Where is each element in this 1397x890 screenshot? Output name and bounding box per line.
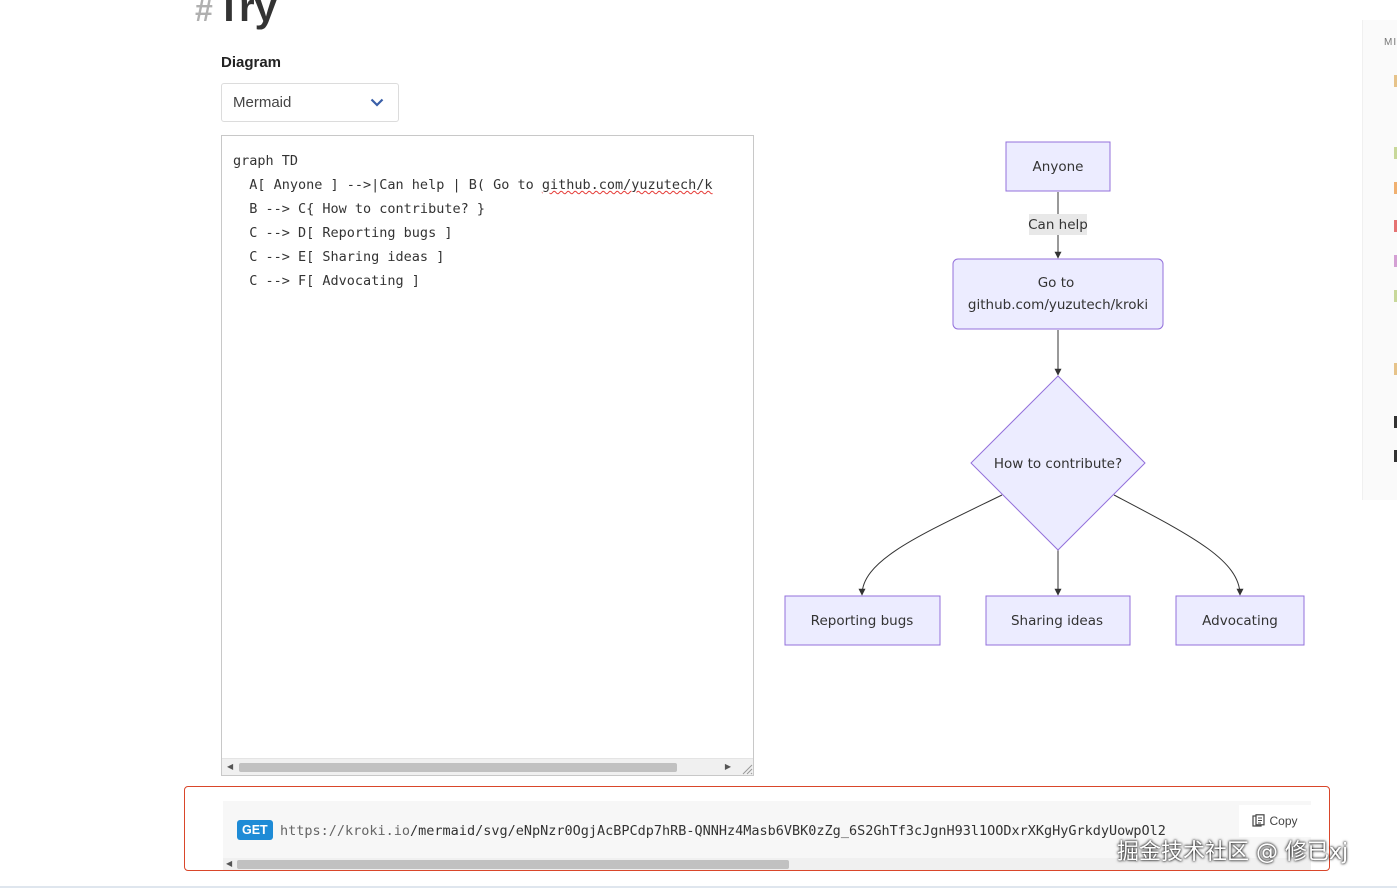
heading-anchor[interactable]: # <box>195 0 213 28</box>
url-host: https://kroki.io <box>280 823 411 839</box>
node-anyone-label: Anyone <box>1033 159 1084 175</box>
diagram-label: Diagram <box>221 54 282 71</box>
edge-c-f <box>1113 494 1244 596</box>
chevron-down-icon <box>370 98 384 107</box>
node-sharing-ideas-label: Sharing ideas <box>1011 613 1103 629</box>
editor-horizontal-scrollbar[interactable]: ◀ ▶ <box>222 758 753 775</box>
node-reporting-bugs-label: Reporting bugs <box>811 613 914 629</box>
copy-label: Copy <box>1269 814 1298 828</box>
watermark: 掘金技术社区 @ 修已xj <box>1117 840 1349 865</box>
node-advocating-label: Advocating <box>1202 613 1278 629</box>
editor-scroll-thumb[interactable] <box>239 763 677 772</box>
scroll-right-arrow-icon[interactable]: ▶ <box>725 762 731 772</box>
code-line-2: A[ Anyone ] -->|Can help | B( Go to <box>233 177 542 193</box>
code-line-4: C --> D[ Reporting bugs ] <box>233 225 453 241</box>
page-bottom-divider <box>0 886 1397 888</box>
code-content[interactable]: graph TD A[ Anyone ] -->|Can help | B( G… <box>233 149 713 293</box>
node-go-to-label-1: Go to <box>1038 275 1075 291</box>
node-go-to-label-2: github.com/yuzutech/kroki <box>968 297 1148 313</box>
code-line-2-link: github.com/yuzutech/k <box>541 177 713 193</box>
node-go-to <box>952 258 1164 330</box>
code-line-1: graph TD <box>233 153 299 169</box>
table-of-contents-sidebar: MI <box>1362 20 1397 500</box>
diagram-type-value: Mermaid <box>233 94 292 111</box>
clipboard-icon <box>1252 814 1266 827</box>
url-scroll-left-arrow-icon[interactable]: ◀ <box>226 859 232 868</box>
heading-title: Try <box>216 0 277 30</box>
scroll-left-arrow-icon[interactable]: ◀ <box>227 762 233 772</box>
resize-grip-icon[interactable] <box>739 761 753 775</box>
code-line-3: B --> C{ How to contribute? } <box>233 201 485 217</box>
code-editor[interactable]: graph TD A[ Anyone ] -->|Can help | B( G… <box>221 135 754 776</box>
kroki-url[interactable]: https://kroki.io/mermaid/svg/eNpNzr0OgjA… <box>280 821 1166 841</box>
url-path: /mermaid/svg/eNpNzr0OgjAcBPCdp7hRB-QNNHz… <box>410 823 1166 839</box>
code-line-6: C --> F[ Advocating ] <box>233 273 420 289</box>
diagram-type-select[interactable]: Mermaid <box>221 83 399 122</box>
code-line-5: C --> E[ Sharing ideas ] <box>233 249 445 265</box>
url-scroll-thumb[interactable] <box>237 860 789 869</box>
diagram-preview: Can help Anyone Go to github.com/yuzutec… <box>770 130 1330 660</box>
edge-label-can-help: Can help <box>1028 217 1088 233</box>
copy-button[interactable]: Copy <box>1239 805 1311 837</box>
toc-title: MI <box>1384 37 1397 48</box>
edge-c-d <box>858 494 1003 596</box>
flowchart: Can help Anyone Go to github.com/yuzutec… <box>784 141 1305 646</box>
http-method-badge: GET <box>237 820 273 840</box>
node-how-to-contribute-label: How to contribute? <box>994 456 1122 472</box>
section-heading: # Try <box>195 0 277 30</box>
